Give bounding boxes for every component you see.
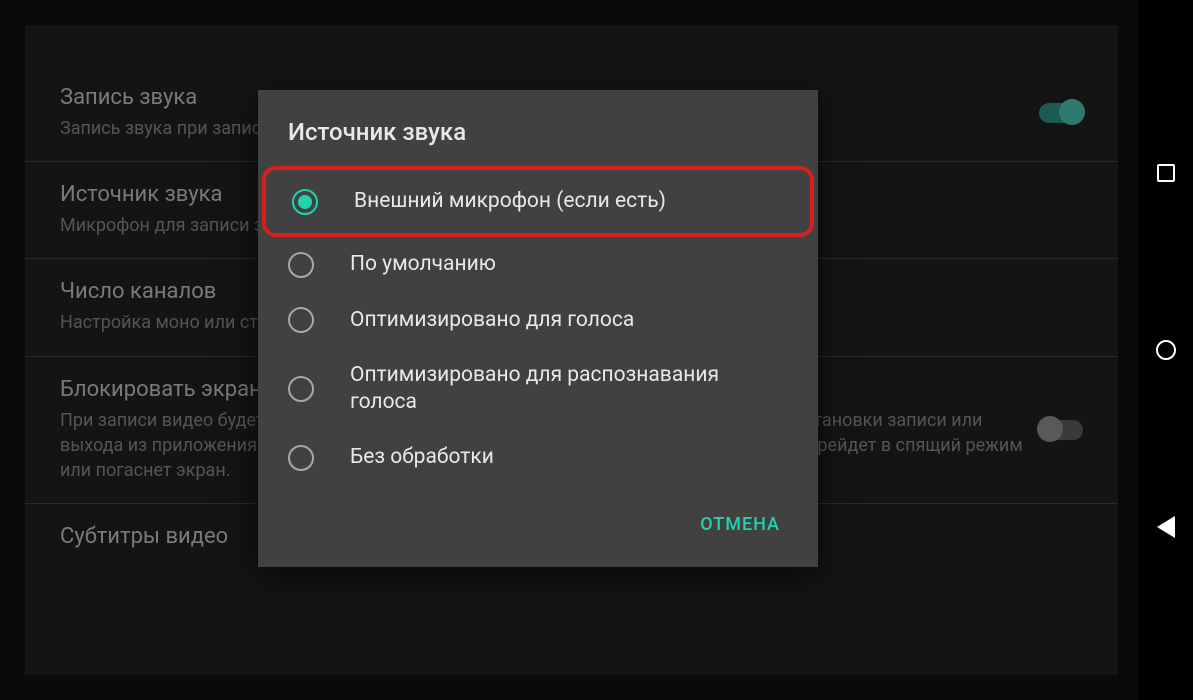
recent-apps-button[interactable] bbox=[1155, 162, 1177, 184]
navigation-bar bbox=[1138, 0, 1193, 700]
radio-option-external-mic[interactable]: Внешний микрофон (если есть) bbox=[262, 166, 814, 237]
radio-option-default[interactable]: По умолчанию bbox=[258, 237, 818, 292]
radio-selected-icon bbox=[292, 189, 318, 215]
audio-source-dialog: Источник звука Внешний микрофон (если ес… bbox=[258, 90, 818, 567]
home-button[interactable] bbox=[1155, 339, 1177, 361]
square-icon bbox=[1157, 164, 1175, 182]
dialog-actions: ОТМЕНА bbox=[258, 486, 818, 567]
radio-option-voice-optimized[interactable]: Оптимизировано для голоса bbox=[258, 293, 818, 348]
radio-unselected-icon bbox=[288, 376, 314, 402]
radio-option-recognition-optimized[interactable]: Оптимизировано для распознавания голоса bbox=[258, 348, 818, 431]
cancel-button[interactable]: ОТМЕНА bbox=[682, 502, 798, 547]
radio-label: Без обработки bbox=[350, 444, 494, 471]
triangle-icon bbox=[1157, 516, 1175, 538]
radio-label: Оптимизировано для голоса bbox=[350, 307, 634, 334]
dialog-title: Источник звука bbox=[258, 90, 818, 166]
radio-unselected-icon bbox=[288, 252, 314, 278]
radio-label: Оптимизировано для распознавания голоса bbox=[350, 362, 788, 417]
radio-label: По умолчанию bbox=[350, 251, 496, 278]
back-button[interactable] bbox=[1155, 516, 1177, 538]
radio-label: Внешний микрофон (если есть) bbox=[354, 188, 666, 215]
radio-option-unprocessed[interactable]: Без обработки bbox=[258, 430, 818, 485]
radio-unselected-icon bbox=[288, 307, 314, 333]
circle-icon bbox=[1156, 340, 1176, 360]
radio-unselected-icon bbox=[288, 445, 314, 471]
